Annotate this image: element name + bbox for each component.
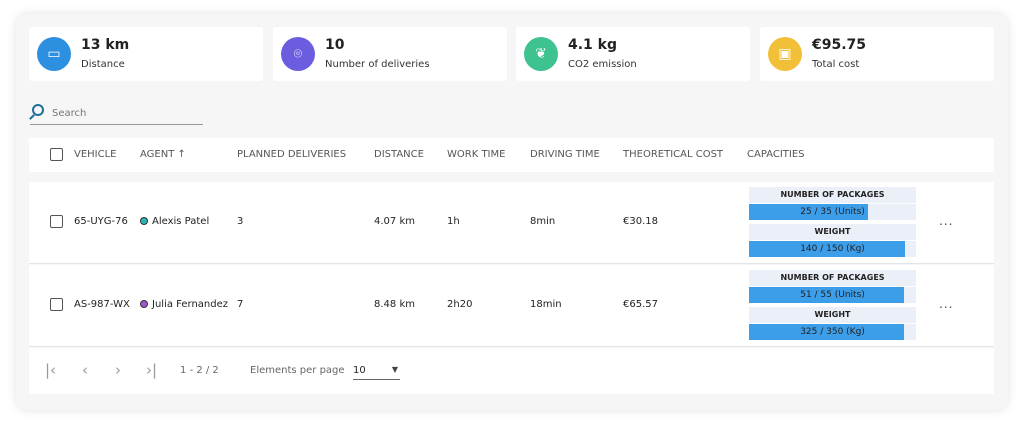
work-time: 1h bbox=[447, 216, 460, 227]
capacity-item: WEIGHT 325 / 350 (Kg) bbox=[749, 307, 916, 340]
stat-label: Total cost bbox=[812, 59, 860, 70]
driving-time: 8min bbox=[530, 216, 556, 227]
banknote-icon: ▣ bbox=[768, 37, 802, 71]
capacity-bar: 325 / 350 (Kg) bbox=[749, 324, 916, 340]
capacity-bar: 140 / 150 (Kg) bbox=[749, 241, 916, 257]
col-theoretical-cost[interactable]: THEORETICAL COST bbox=[623, 149, 723, 160]
col-capacities[interactable]: CAPACITIES bbox=[747, 149, 805, 160]
next-page-icon[interactable]: › bbox=[115, 361, 121, 379]
stat-value: €95.75 bbox=[812, 37, 867, 53]
col-work-time[interactable]: WORK TIME bbox=[447, 149, 505, 160]
pagination: |‹ ‹ › ›| 1 - 2 / 2 Elements per page 10… bbox=[29, 348, 994, 394]
last-page-icon[interactable]: ›| bbox=[146, 361, 157, 379]
agent: Alexis Patel bbox=[140, 216, 209, 227]
row-checkbox[interactable] bbox=[50, 215, 63, 228]
agent-color-dot bbox=[140, 217, 148, 225]
table-row[interactable]: 65-UYG-76 Alexis Patel 3 4.07 km 1h 8min… bbox=[29, 182, 994, 264]
stat-card: ❦ 4.1 kg CO2 emission bbox=[516, 27, 750, 81]
theoretical-cost: €65.57 bbox=[623, 299, 658, 310]
capacity-item: WEIGHT 140 / 150 (Kg) bbox=[749, 224, 916, 257]
capacity-text: 325 / 350 (Kg) bbox=[800, 327, 865, 337]
capacity-title: NUMBER OF PACKAGES bbox=[749, 270, 916, 286]
stat-label: CO2 emission bbox=[568, 59, 637, 70]
capacity-title: WEIGHT bbox=[749, 224, 916, 240]
capacity-item: NUMBER OF PACKAGES 25 / 35 (Units) bbox=[749, 187, 916, 220]
capacities: NUMBER OF PACKAGES 25 / 35 (Units) WEIGH… bbox=[749, 187, 916, 257]
planned-deliveries: 7 bbox=[237, 299, 244, 310]
capacity-bar: 25 / 35 (Units) bbox=[749, 204, 916, 220]
theoretical-cost: €30.18 bbox=[623, 216, 658, 227]
stat-label: Distance bbox=[81, 59, 125, 70]
work-time: 2h20 bbox=[447, 299, 473, 310]
distance: 8.48 km bbox=[374, 299, 415, 310]
first-page-icon[interactable]: |‹ bbox=[45, 361, 56, 379]
stat-card: ▭ 13 km Distance bbox=[29, 27, 263, 81]
search-icon bbox=[32, 104, 44, 116]
more-options-button[interactable]: ... bbox=[939, 214, 953, 228]
col-planned-deliveries[interactable]: PLANNED DELIVERIES bbox=[237, 149, 346, 160]
road-icon: ▭ bbox=[37, 37, 71, 71]
capacity-item: NUMBER OF PACKAGES 51 / 55 (Units) bbox=[749, 270, 916, 303]
capacity-text: 25 / 35 (Units) bbox=[800, 207, 865, 217]
vehicle: AS-987-WX bbox=[74, 299, 130, 310]
page-range: 1 - 2 / 2 bbox=[180, 365, 219, 376]
prev-page-icon[interactable]: ‹ bbox=[82, 361, 88, 379]
stat-card: ▣ €95.75 Total cost bbox=[760, 27, 994, 81]
vehicle: 65-UYG-76 bbox=[74, 216, 128, 227]
per-page-label: Elements per page bbox=[250, 365, 345, 376]
stat-card: ⌾ 10 Number of deliveries bbox=[273, 27, 507, 81]
distance: 4.07 km bbox=[374, 216, 415, 227]
capacity-text: 140 / 150 (Kg) bbox=[800, 244, 865, 254]
col-vehicle[interactable]: VEHICLE bbox=[74, 149, 117, 160]
select-all-checkbox[interactable] bbox=[50, 148, 63, 161]
map-pin-icon: ⌾ bbox=[281, 37, 315, 71]
search-input[interactable] bbox=[52, 108, 192, 119]
more-options-button[interactable]: ... bbox=[939, 297, 953, 311]
capacity-title: NUMBER OF PACKAGES bbox=[749, 187, 916, 203]
col-distance[interactable]: DISTANCE bbox=[374, 149, 424, 160]
agent-color-dot bbox=[140, 300, 148, 308]
stat-value: 4.1 kg bbox=[568, 37, 618, 53]
stat-value: 13 km bbox=[81, 37, 130, 53]
agent: Julia Fernandez bbox=[140, 299, 228, 310]
capacity-bar: 51 / 55 (Units) bbox=[749, 287, 916, 303]
table-row[interactable]: AS-987-WX Julia Fernandez 7 8.48 km 2h20… bbox=[29, 265, 994, 347]
per-page-select[interactable]: 10 ▼ bbox=[353, 361, 400, 380]
stat-label: Number of deliveries bbox=[325, 59, 430, 70]
driving-time: 18min bbox=[530, 299, 562, 310]
capacity-title: WEIGHT bbox=[749, 307, 916, 323]
capacities: NUMBER OF PACKAGES 51 / 55 (Units) WEIGH… bbox=[749, 270, 916, 340]
capacity-text: 51 / 55 (Units) bbox=[800, 290, 865, 300]
leaf-icon: ❦ bbox=[524, 37, 558, 71]
planned-deliveries: 3 bbox=[237, 216, 244, 227]
table-header: VEHICLE AGENT ↑ PLANNED DELIVERIES DISTA… bbox=[29, 138, 994, 172]
col-agent[interactable]: AGENT ↑ bbox=[140, 149, 186, 160]
search-field[interactable] bbox=[30, 103, 203, 125]
col-driving-time[interactable]: DRIVING TIME bbox=[530, 149, 600, 160]
row-checkbox[interactable] bbox=[50, 298, 63, 311]
chevron-down-icon: ▼ bbox=[391, 365, 398, 374]
stat-value: 10 bbox=[325, 37, 345, 53]
